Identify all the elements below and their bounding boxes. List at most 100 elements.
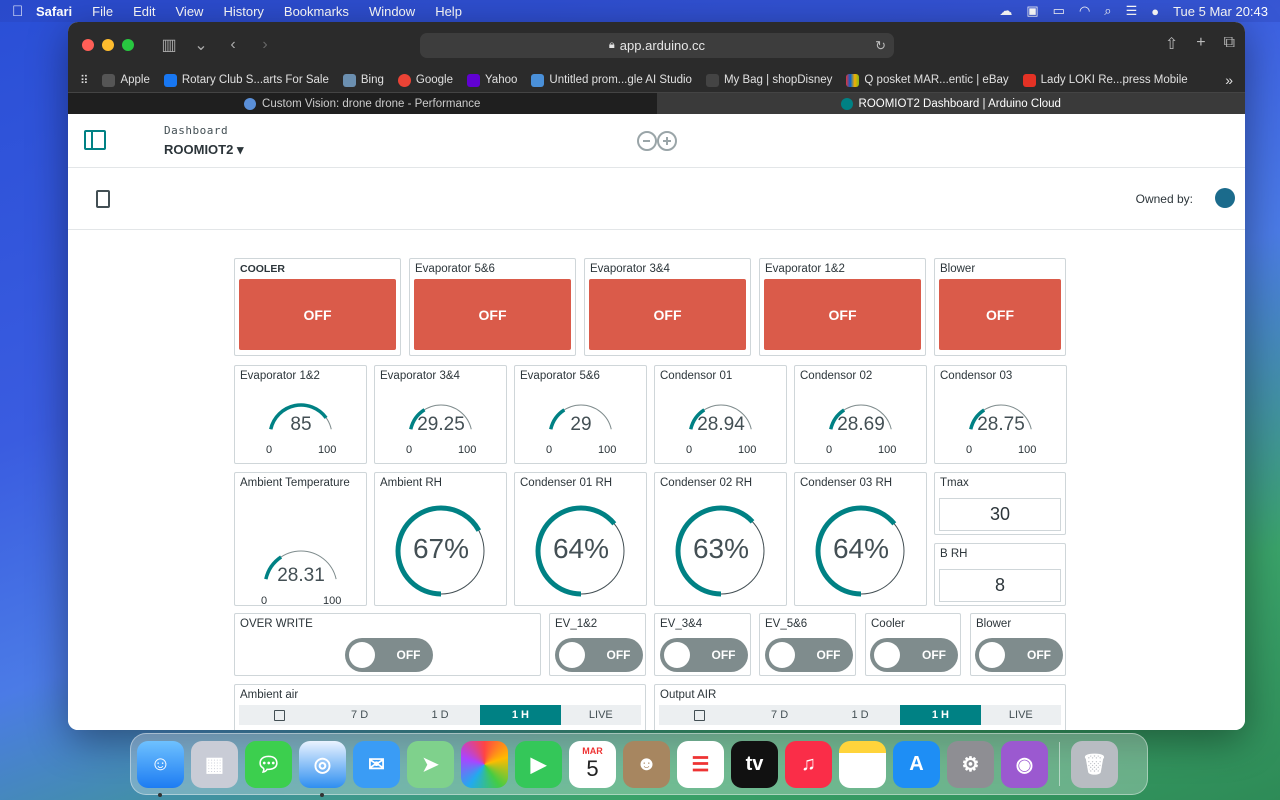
zoom-window-button[interactable]	[122, 39, 134, 51]
reload-icon[interactable]: ↻	[875, 38, 886, 54]
range-option[interactable]: 1 H	[480, 705, 561, 725]
push-button[interactable]: OFF	[589, 279, 746, 350]
minimize-window-button[interactable]	[102, 39, 114, 51]
push-button-widget: Blower OFF	[934, 258, 1066, 356]
range-option[interactable]: 7 D	[739, 705, 819, 725]
range-option[interactable]: 1 D	[400, 705, 480, 725]
display-icon[interactable]: ▣	[1026, 3, 1038, 19]
breadcrumb[interactable]: Dashboard	[164, 124, 228, 137]
address-bar[interactable]: 🔒︎ app.arduino.cc ↻	[420, 33, 894, 58]
menu-history[interactable]: History	[223, 4, 263, 19]
apple-menu-icon[interactable]: 	[12, 3, 36, 20]
grid-icon[interactable]: ⠿	[80, 73, 88, 87]
more-bookmarks-icon[interactable]: »	[1225, 72, 1233, 88]
apple-tv-icon[interactable]: tv	[731, 740, 778, 788]
menu-bookmarks[interactable]: Bookmarks	[284, 4, 349, 19]
gauge-wrapper: 28.31 0 100	[235, 501, 365, 607]
notes-icon[interactable]	[839, 740, 886, 788]
share-icon[interactable]: ⇧	[1165, 34, 1178, 54]
new-tab-icon[interactable]: +	[1196, 34, 1205, 54]
forward-arrow-icon[interactable]: ›	[252, 34, 278, 56]
push-button[interactable]: OFF	[414, 279, 571, 350]
spotlight-search-icon[interactable]: ⌕	[1104, 3, 1111, 19]
value-input[interactable]: 8	[939, 569, 1061, 602]
menu-clock[interactable]: Tue 5 Mar 20:43	[1173, 4, 1268, 19]
push-button[interactable]: OFF	[939, 279, 1061, 350]
toggle-switch[interactable]: OFF	[975, 638, 1063, 672]
gauge-min: 0	[826, 444, 833, 456]
range-option[interactable]: 7 D	[319, 705, 399, 725]
reminders-icon[interactable]: ☰	[677, 740, 724, 788]
system-settings-icon[interactable]: ⚙	[947, 740, 994, 788]
battery-icon[interactable]: ▭	[1053, 3, 1065, 19]
contacts-icon[interactable]: ☻	[623, 740, 670, 788]
tab-overview-icon[interactable]: ⧉	[1224, 34, 1235, 54]
push-button[interactable]: OFF	[239, 279, 396, 350]
owner-avatar[interactable]	[1215, 188, 1235, 208]
messages-icon[interactable]: 💬︎	[245, 740, 292, 788]
menu-help[interactable]: Help	[435, 4, 462, 19]
toggle-switch[interactable]: OFF	[764, 638, 853, 672]
range-option[interactable]: LIVE	[561, 705, 641, 725]
menu-app-name[interactable]: Safari	[36, 4, 72, 19]
dashboard-selector[interactable]: ROOMIOT2 ▾	[164, 142, 243, 158]
bookmark-yahoo[interactable]: Yahoo	[466, 73, 517, 87]
push-button[interactable]: OFF	[764, 279, 921, 350]
value-input[interactable]: 30	[939, 498, 1061, 531]
facetime-icon[interactable]: ▶	[515, 740, 562, 788]
tab-custom-vision[interactable]: Custom Vision: drone drone - Performance	[68, 92, 657, 114]
range-option[interactable]: 1 H	[900, 705, 981, 725]
toggle-switch[interactable]: OFF	[870, 638, 958, 672]
calendar-button[interactable]	[659, 705, 739, 725]
toggle-knob	[979, 642, 1005, 668]
widget-title: Evaporator 5&6	[520, 370, 600, 382]
widget-title: Blower	[976, 618, 1012, 630]
range-option[interactable]: LIVE	[981, 705, 1061, 725]
calendar-icon[interactable]: MAR 5	[569, 740, 616, 788]
menu-file[interactable]: File	[92, 4, 113, 19]
toggle-switch[interactable]: OFF	[554, 638, 643, 672]
music-icon[interactable]: ♫	[785, 740, 832, 788]
dashboard-subbar: Owned by:	[68, 168, 1245, 230]
widget-title: Evaporator 5&6	[415, 263, 495, 275]
bookmark-shopdisney[interactable]: My Bag | shopDisney	[705, 73, 832, 87]
bookmark-ai-studio[interactable]: Untitled prom...gle AI Studio	[531, 73, 692, 87]
safari-icon[interactable]: ◎	[299, 740, 346, 797]
toggle-switch[interactable]: OFF	[659, 638, 748, 672]
chart-widget: Output AIR 7 D1 D1 H LIVE	[654, 684, 1066, 730]
sidebar-toggle-icon[interactable]	[84, 130, 106, 150]
back-arrow-icon[interactable]: ‹	[220, 34, 246, 56]
close-window-button[interactable]	[82, 39, 94, 51]
bookmark-bing[interactable]: Bing	[342, 73, 384, 87]
maps-icon[interactable]: ➤	[407, 740, 454, 788]
menu-view[interactable]: View	[176, 4, 204, 19]
tab-arduino-dashboard[interactable]: ROOMIOT2 Dashboard | Arduino Cloud	[656, 92, 1245, 114]
launchpad-icon[interactable]: ▦	[191, 740, 238, 788]
bookmark-apple[interactable]: Apple	[102, 73, 150, 87]
finder-icon[interactable]: ☺	[137, 740, 184, 797]
photos-icon[interactable]	[461, 740, 508, 788]
ai-studio-favicon-icon	[531, 73, 545, 87]
wifi-icon[interactable]: ◠	[1079, 3, 1090, 19]
control-center-icon[interactable]: ☰	[1126, 3, 1138, 19]
range-option[interactable]: 1 D	[820, 705, 900, 725]
chevron-down-icon[interactable]: ⌄	[188, 34, 214, 56]
gauge-value: 28.69	[837, 414, 885, 435]
bookmark-google[interactable]: Google	[397, 73, 453, 87]
bookmark-rotary[interactable]: Rotary Club S...arts For Sale	[163, 73, 329, 87]
toggle-switch[interactable]: OFF	[344, 638, 433, 672]
menu-edit[interactable]: Edit	[133, 4, 155, 19]
mobile-view-icon[interactable]	[96, 190, 110, 208]
trash-icon[interactable]: 🗑︎	[1071, 740, 1118, 788]
siri-icon[interactable]: ●	[1151, 4, 1159, 19]
menu-window[interactable]: Window	[369, 4, 415, 19]
mail-icon[interactable]: ✉	[353, 740, 400, 788]
dock: ☺ ▦ 💬︎ ◎ ✉ ➤ ▶ MAR 5 ☻ ☰ tv ♫ A ⚙ ◉ 🗑︎	[130, 733, 1148, 797]
calendar-button[interactable]	[239, 705, 319, 725]
bookmark-ebay[interactable]: Q posket MAR...entic | eBay	[846, 73, 1009, 87]
sidebar-toggle-icon[interactable]: ▥	[156, 34, 182, 56]
bookmark-aliexpress[interactable]: Lady LOKI Re...press Mobile	[1022, 73, 1188, 87]
podcasts-icon[interactable]: ◉	[1001, 740, 1048, 788]
cloud-icon[interactable]: ☁	[999, 3, 1012, 19]
app-store-icon[interactable]: A	[893, 740, 940, 788]
